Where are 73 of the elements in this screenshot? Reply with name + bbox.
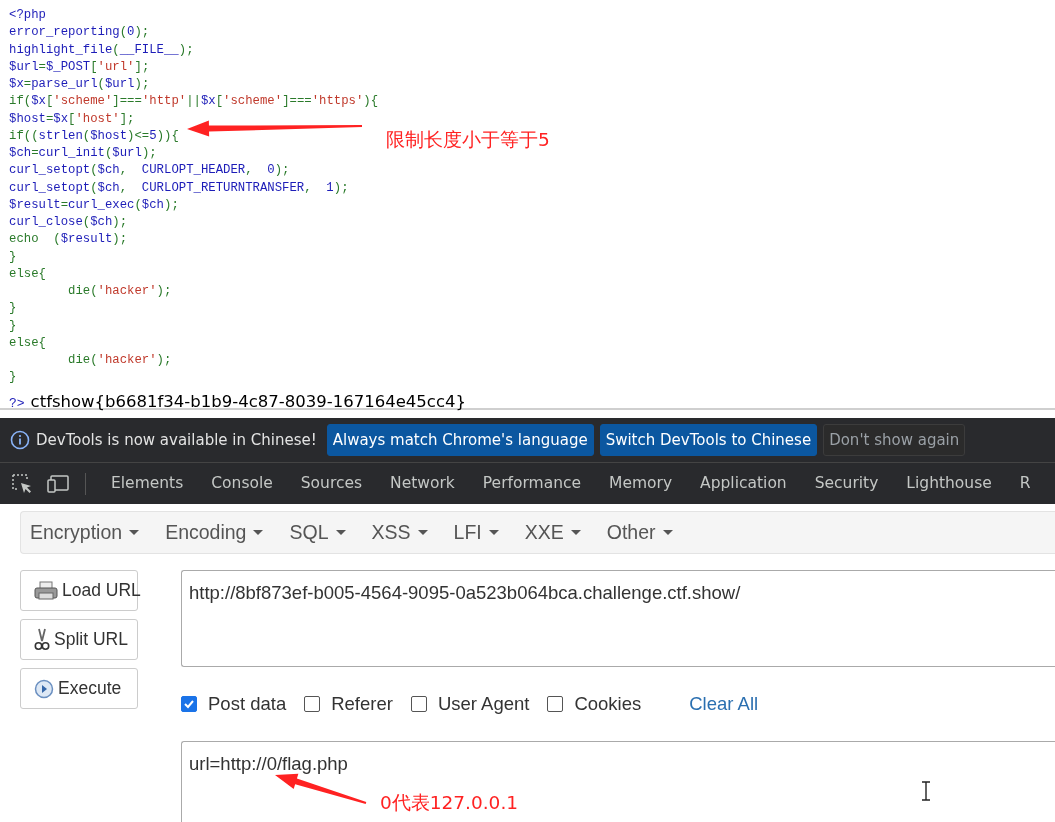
- devtools-tab[interactable]: Lighthouse: [892, 463, 1006, 504]
- code-line: <?php: [9, 7, 46, 24]
- text-cursor-icon: [921, 781, 931, 801]
- code-line: }: [9, 317, 17, 335]
- caret-icon: [488, 530, 499, 535]
- checkbox-option[interactable]: Post data: [181, 693, 287, 715]
- dropdown-menu[interactable]: SQL: [282, 521, 353, 544]
- code-line: }: [9, 369, 17, 387]
- checkbox[interactable]: [304, 696, 321, 712]
- checkbox-option[interactable]: User Agent: [410, 693, 530, 715]
- checkbox[interactable]: [181, 696, 197, 712]
- code-line: if($x['scheme']==='http'||$x['scheme']==='https'){: [9, 93, 379, 111]
- caret-icon: [417, 530, 428, 535]
- devtools-tab[interactable]: Sources: [286, 463, 377, 504]
- dropdown-menu[interactable]: XXE: [517, 521, 588, 544]
- caret-icon: [253, 530, 264, 535]
- clear-all-link[interactable]: Clear All: [689, 693, 759, 715]
- dropdown-menu[interactable]: XSS: [364, 521, 435, 544]
- code-line: echo ($result);: [9, 231, 128, 249]
- action-button[interactable]: Execute: [20, 668, 138, 709]
- caret-icon: [662, 530, 673, 535]
- php-closing-tag: ?>: [9, 395, 25, 411]
- caret-icon: [129, 530, 140, 535]
- inspect-element-icon[interactable]: [11, 472, 33, 495]
- devtools-tab[interactable]: Security: [800, 463, 893, 504]
- annotation-text: 0代表127.0.0.1: [380, 791, 519, 815]
- annotation-text: 限制长度小于等于5: [386, 128, 550, 152]
- code-line: $host=$x['host'];: [9, 110, 135, 128]
- devtools-tab[interactable]: Network: [376, 463, 469, 504]
- code-line: }: [9, 248, 17, 266]
- code-line: $url=$_POST['url'];: [9, 58, 150, 76]
- scissors-icon: [34, 627, 50, 652]
- code-line: $x=parse_url($url);: [9, 76, 150, 93]
- caret-icon: [335, 530, 346, 535]
- checkbox[interactable]: [547, 696, 564, 712]
- code-line: else{: [9, 334, 46, 352]
- code-line: die('hacker');: [67, 352, 172, 369]
- devtools-tab[interactable]: Console: [197, 463, 287, 504]
- url-field[interactable]: http://8bf873ef-b005-4564-9095-0a523b064bca.challenge.ctf.show/: [181, 570, 1055, 667]
- checkbox[interactable]: [410, 696, 427, 712]
- infobar-button[interactable]: Don't show again: [823, 424, 966, 456]
- infobar-button[interactable]: Switch DevTools to Chinese: [599, 424, 818, 456]
- play-icon: [34, 678, 54, 699]
- devtools-tab[interactable]: R: [1005, 463, 1045, 504]
- code-line: curl_setopt($ch, CURLOPT_RETURNTRANSFER, 1);: [9, 179, 349, 197]
- device-toolbar-icon[interactable]: [47, 472, 71, 495]
- dropdown-menu[interactable]: Encryption: [23, 521, 147, 544]
- output-text: ctfshow{b6681f34-b1b9-4c87-8039-167164e45cc4}: [30, 391, 466, 411]
- code-line: if((strlen($host)<=5)){: [9, 127, 179, 145]
- info-icon: [10, 430, 30, 450]
- devtools-tab[interactable]: Application: [686, 463, 801, 504]
- code-line: die('hacker');: [67, 283, 172, 300]
- code-line: curl_close($ch);: [9, 214, 128, 231]
- checkbox-option[interactable]: Cookies: [547, 693, 642, 715]
- code-line: $result=curl_exec($ch);: [9, 196, 179, 214]
- code-line: else{: [9, 265, 46, 283]
- action-button[interactable]: Split URL: [20, 619, 138, 660]
- dropdown-menu[interactable]: LFI: [446, 521, 506, 544]
- printer-icon: [34, 580, 58, 601]
- devtools-tab[interactable]: Elements: [97, 463, 198, 504]
- code-line: }: [9, 300, 17, 318]
- infobar-button[interactable]: Always match Chrome's language: [326, 424, 594, 456]
- devtools-tab[interactable]: Performance: [468, 463, 596, 504]
- devtools-tab[interactable]: Memory: [595, 463, 687, 504]
- infobar-message: DevTools is now available in Chinese!: [36, 431, 317, 449]
- checkbox-option[interactable]: Referer: [304, 693, 393, 715]
- code-line: curl_setopt($ch, CURLOPT_HEADER, 0);: [9, 162, 290, 180]
- code-line: highlight_file(__FILE__);: [9, 41, 194, 59]
- dropdown-menu[interactable]: Encoding: [158, 521, 271, 544]
- dropdown-menu[interactable]: Other: [599, 521, 680, 544]
- caret-icon: [570, 530, 581, 535]
- code-line: error_reporting(0);: [9, 24, 150, 42]
- code-line: $ch=curl_init($url);: [9, 145, 157, 162]
